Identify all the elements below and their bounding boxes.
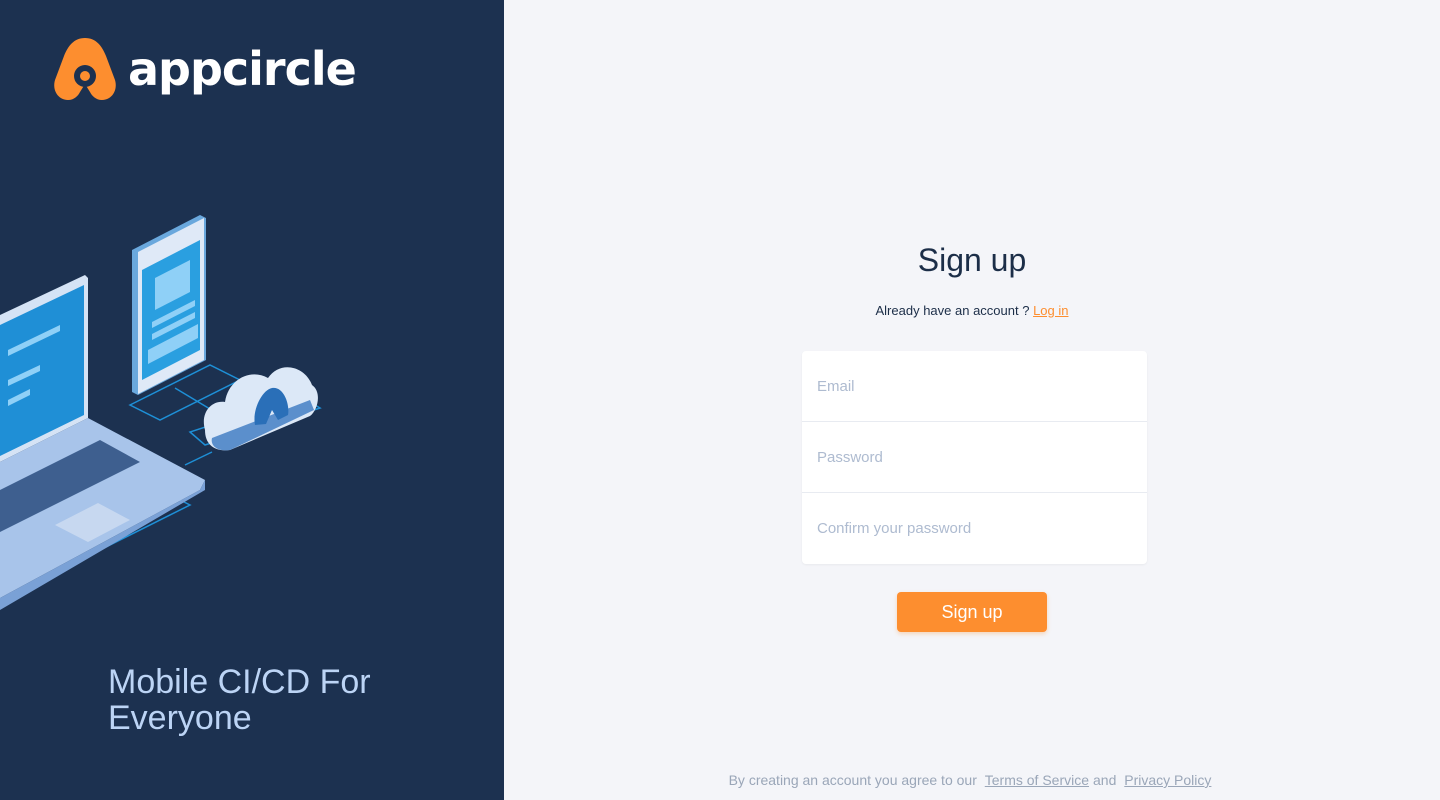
appcircle-logo-icon [54, 38, 116, 100]
login-prompt-text: Already have an account ? [875, 303, 1030, 318]
page-title: Sign up [917, 242, 1027, 278]
login-link[interactable]: Log in [1033, 303, 1068, 318]
brand-tagline: Mobile CI/CD For Everyone [108, 663, 371, 737]
brand-name: appcircle [128, 42, 357, 96]
password-field[interactable] [802, 422, 1147, 493]
brand-panel: appcircle Mobile CI/CD For Everyone [0, 0, 504, 800]
appcircle-logo[interactable]: appcircle [52, 36, 357, 102]
signup-panel: Sign up Already have an account ? Log in… [504, 0, 1440, 800]
signup-button[interactable]: Sign up [897, 592, 1047, 632]
terms-footer-text: By creating an account you agree to our [728, 772, 977, 788]
devices-cloud-illustration [0, 215, 322, 610]
privacy-policy-link[interactable]: Privacy Policy [1124, 772, 1211, 788]
email-field[interactable] [802, 351, 1147, 422]
terms-and-text: and [1093, 772, 1117, 788]
signup-fields [802, 351, 1147, 564]
terms-of-service-link[interactable]: Terms of Service [985, 772, 1089, 788]
confirm-password-field[interactable] [802, 493, 1147, 564]
login-prompt: Already have an account ? Log in [504, 303, 1440, 318]
terms-footer: By creating an account you agree to our … [504, 772, 1440, 788]
